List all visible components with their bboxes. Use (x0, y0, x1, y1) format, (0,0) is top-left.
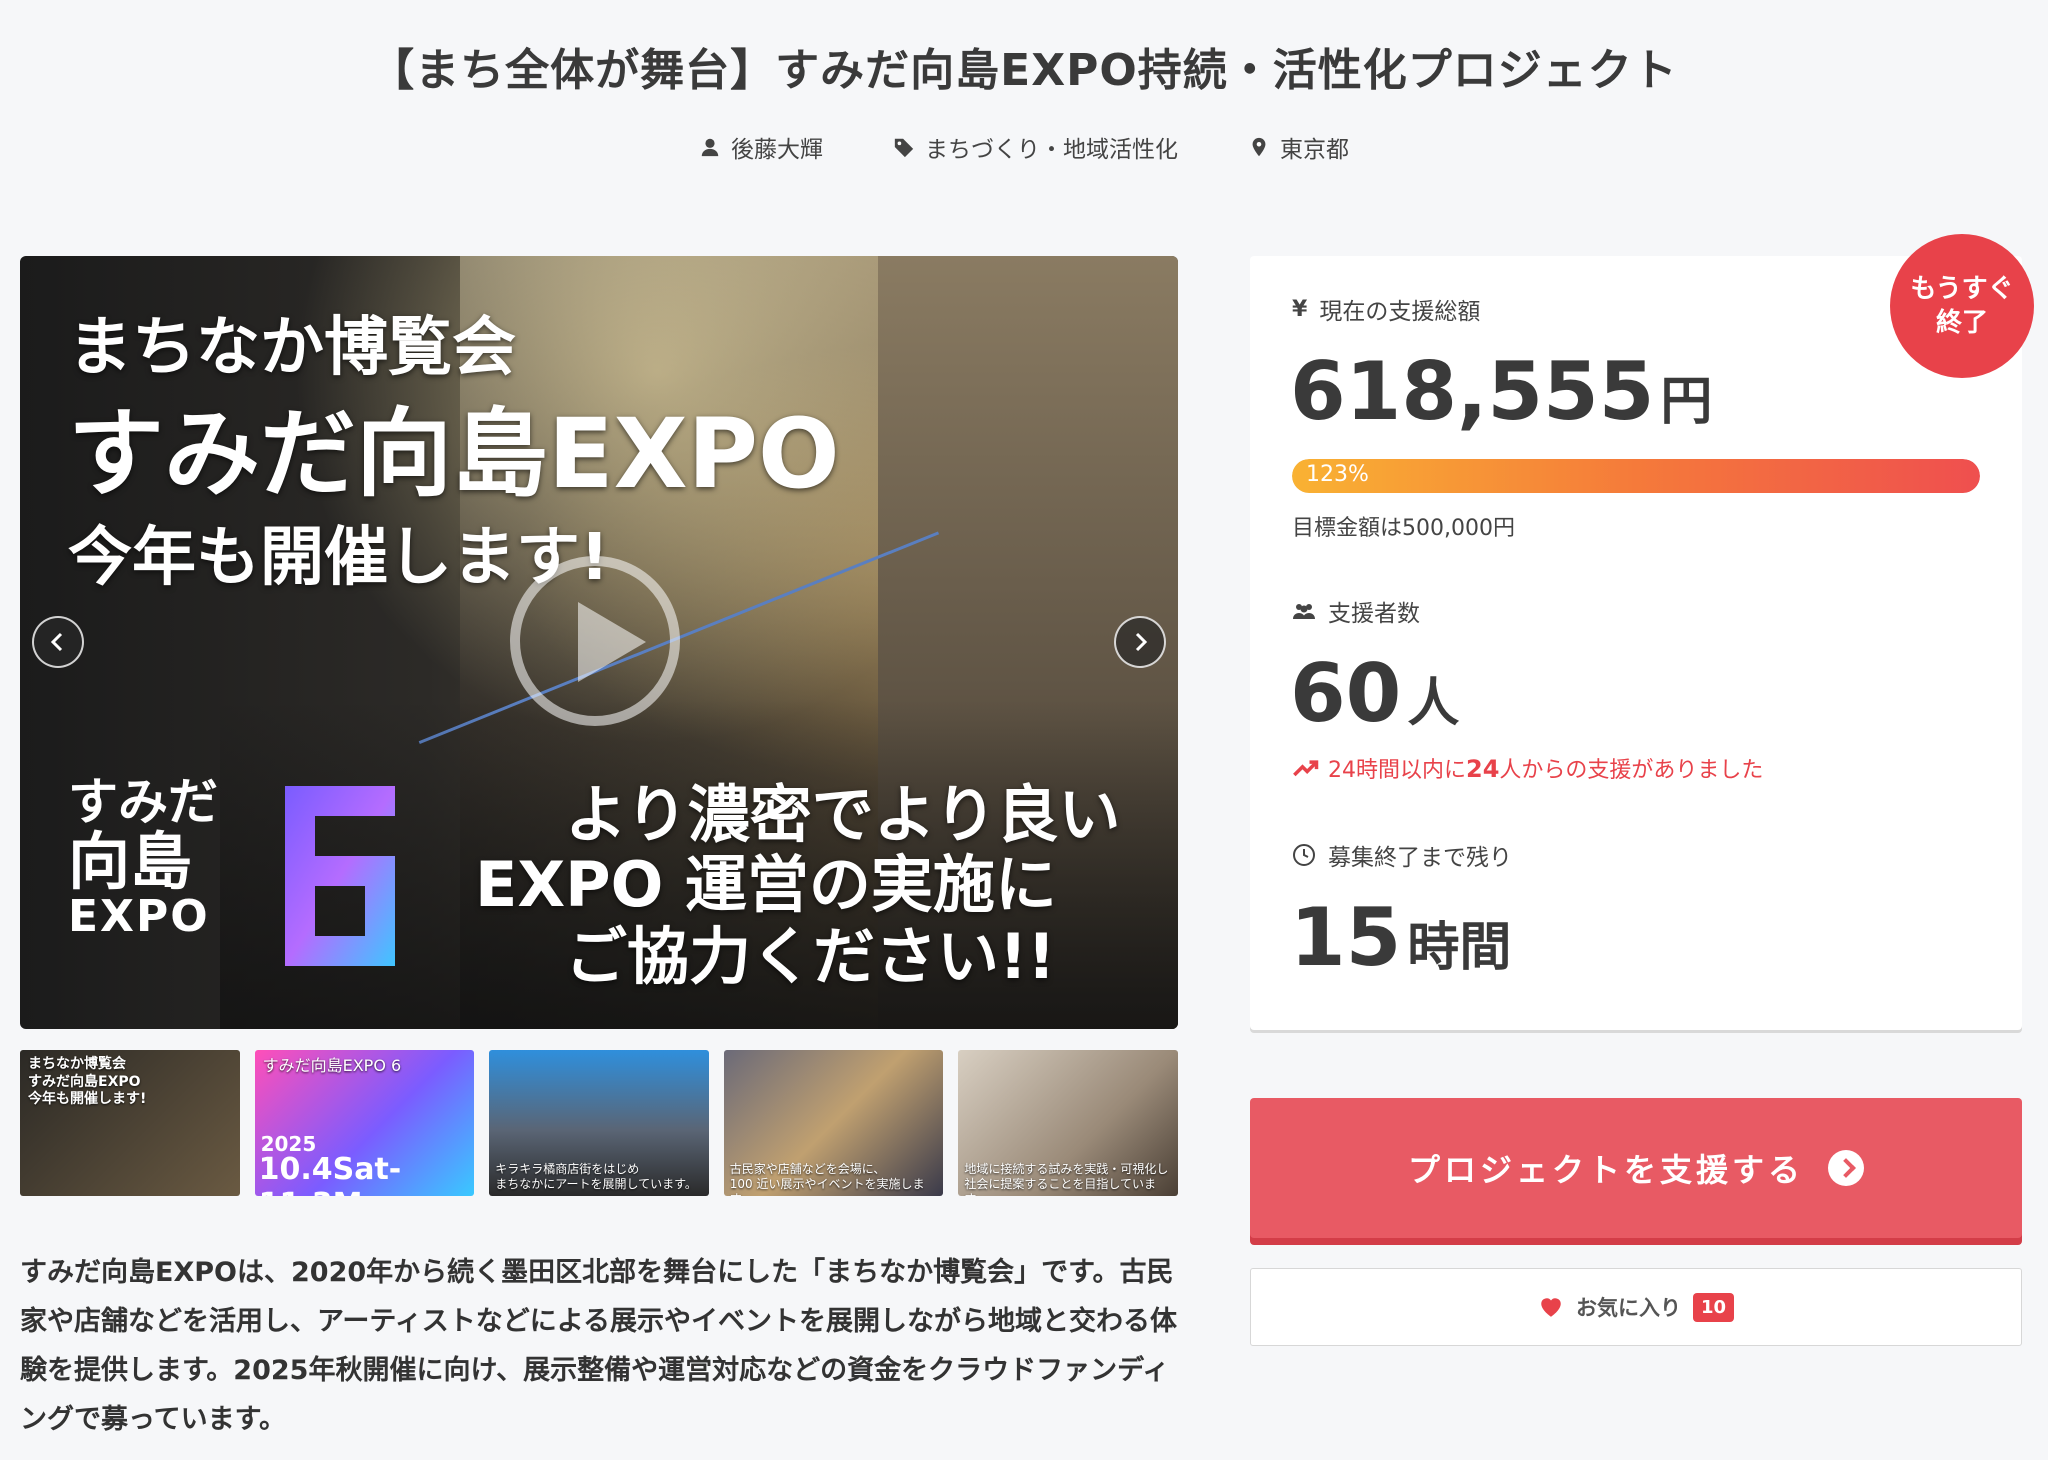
clock-icon (1293, 844, 1315, 866)
arrow-right-circle-icon (1828, 1150, 1864, 1186)
favorite-count: 10 (1692, 1292, 1735, 1322)
owner-name: 後藤大輝 (731, 137, 823, 163)
backers-count: 60 (1290, 647, 1402, 740)
total-label-row: ¥ 現在の支援総額 (1292, 296, 1481, 326)
thumbnail-1[interactable]: まちなか博覧会 すみだ向島EXPO 今年も開催します! (20, 1050, 240, 1196)
next-slide-button[interactable] (1114, 616, 1166, 668)
hero-line3: 今年も開催します! (68, 521, 610, 595)
stats-card: ¥ 現在の支援総額 618,555 円 123% 目標金額は500,000円 支援… (1250, 256, 2022, 1030)
support-project-button[interactable]: プロジェクトを支援する (1250, 1098, 2022, 1238)
funding-progress-bar: 123% (1292, 459, 1980, 493)
thumbnail-5[interactable]: 地域に接続する試みを実践・可視化し 社会に提案することを目指しています。 (958, 1050, 1178, 1196)
play-button[interactable] (510, 556, 680, 726)
total-amount: 618,555 (1290, 345, 1655, 438)
users-icon (1293, 604, 1315, 619)
favorite-button[interactable]: お気に入り 10 (1250, 1268, 2022, 1346)
recent-backers-note: 24時間以内に24人からの支援がありました (1292, 752, 1763, 784)
user-icon (701, 138, 719, 157)
hero-line2: すみだ向島EXPO (68, 398, 840, 510)
owner-link[interactable]: 後藤大輝 (699, 130, 823, 164)
remaining-label-row: 募集終了まで残り (1292, 838, 1512, 872)
prev-slide-button[interactable] (32, 616, 84, 668)
thumbnail-2[interactable]: すみだ向島EXPO 6 2025 10.4Sat-11.3Mon (254, 1050, 475, 1196)
backers-count-row: 60 人 (1290, 647, 1460, 740)
thumbnail-strip: まちなか博覧会 すみだ向島EXPO 今年も開催します! すみだ向島EXPO 6 … (20, 1050, 1178, 1196)
backers-label-row: 支援者数 (1292, 594, 1420, 628)
map-pin-icon (1252, 137, 1266, 157)
goal-text: 目標金額は500,000円 (1292, 516, 1515, 541)
logo-six-graphic (285, 786, 395, 966)
project-description: すみだ向島EXPOは、2020年から続く墨田区北部を舞台にした「まちなか博覧会」… (20, 1257, 1177, 1435)
remaining-time-row: 15 時間 (1290, 891, 1512, 984)
trending-up-icon (1293, 760, 1319, 777)
ending-soon-badge: もうすぐ 終了 (1890, 234, 2034, 378)
progress-fill: 123% (1292, 459, 1980, 493)
total-amount-row: 618,555 円 (1290, 345, 1713, 438)
category-link[interactable]: まちづくり・地域活性化 (893, 130, 1178, 164)
remaining-value: 15 (1290, 891, 1402, 984)
chevron-right-icon (1135, 632, 1148, 652)
project-meta: 後藤大輝 まちづくり・地域活性化 東京都 (0, 130, 2048, 164)
tag-icon (894, 138, 914, 158)
hero-video[interactable]: まちなか博覧会 すみだ向島EXPO 今年も開催します! すみだ 向島 EXPO … (20, 256, 1178, 1029)
category-label: まちづくり・地域活性化 (925, 137, 1178, 163)
page-title: 【まち全体が舞台】すみだ向島EXPO持続・活性化プロジェクト (370, 45, 1678, 96)
hero-bottom3: ご協力ください!! (565, 920, 1056, 993)
location-link[interactable]: 東京都 (1248, 130, 1349, 164)
location-label: 東京都 (1280, 137, 1349, 163)
thumbnail-4[interactable]: 古民家や店舗などを会場に、 100 近い展示やイベントを実施します。 (723, 1050, 944, 1196)
chevron-left-icon (50, 632, 63, 652)
heart-icon (1541, 1298, 1561, 1317)
expo-logo: すみだ 向島 EXPO (68, 773, 218, 942)
yen-icon: ¥ (1292, 296, 1308, 322)
thumbnail-3[interactable]: キラキラ橘商店街をはじめ まちなかにアートを展開しています。 (489, 1050, 709, 1196)
hero-line1: まちなか博覧会 (68, 311, 516, 385)
